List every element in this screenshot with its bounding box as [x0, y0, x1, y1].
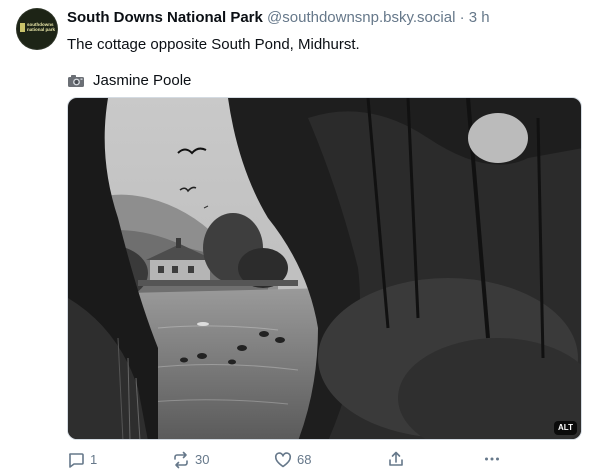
photo-credit: Jasmine Poole	[67, 71, 191, 90]
credit-name: Jasmine Poole	[93, 72, 192, 89]
handle[interactable]: @southdownsnp.bsky.social	[267, 9, 455, 26]
repost-button[interactable]: 30	[172, 450, 209, 470]
bw-photo	[68, 98, 581, 439]
like-button[interactable]: 68	[274, 450, 311, 470]
post-image[interactable]: ALT	[67, 97, 582, 440]
post-header: South Downs National Park @southdownsnp.…	[67, 9, 490, 27]
separator-dot: ·	[459, 9, 465, 26]
repost-count: 30	[195, 452, 210, 467]
heart-icon	[274, 452, 292, 468]
reply-count: 1	[90, 452, 98, 467]
post-text: The cottage opposite South Pond, Midhurs…	[67, 36, 360, 53]
reply-button[interactable]: 1	[67, 450, 97, 470]
timestamp[interactable]: 3 h	[469, 9, 490, 26]
share-button[interactable]	[387, 450, 410, 468]
like-count: 68	[297, 452, 312, 467]
alt-badge[interactable]: ALT	[554, 421, 577, 435]
avatar[interactable]: southdowns national park	[16, 8, 58, 50]
repost-arrows-icon	[174, 451, 188, 469]
more-options-button[interactable]	[483, 450, 506, 468]
share-arrow-icon	[389, 451, 403, 466]
display-name[interactable]: South Downs National Park	[67, 9, 263, 26]
action-bar: 1 30 68	[67, 450, 507, 470]
speech-bubble-icon	[69, 453, 84, 468]
post-card[interactable]: southdowns national park South Downs Nat…	[0, 0, 596, 476]
camera-icon	[68, 74, 84, 87]
ellipsis-icon	[485, 457, 499, 461]
